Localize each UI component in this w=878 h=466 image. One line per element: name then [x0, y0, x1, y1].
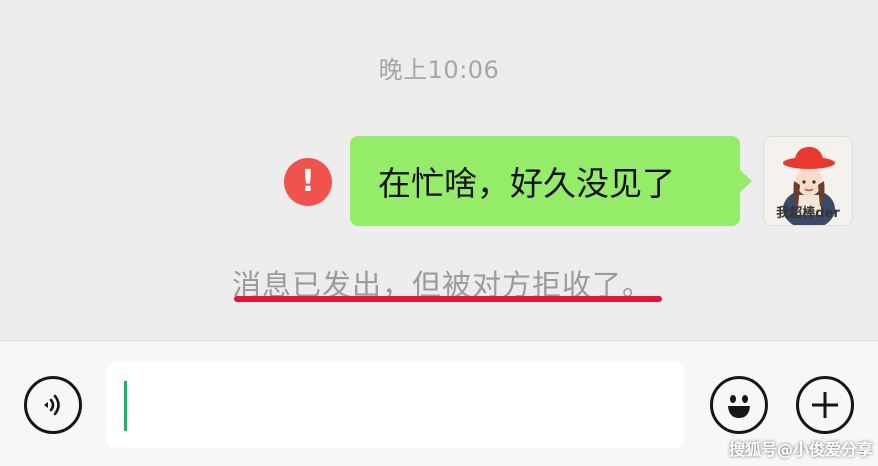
message-timestamp: 晚上10:06 [378, 56, 500, 84]
send-failed-icon[interactable]: ! [284, 158, 332, 206]
chat-area: 晚上10:06 ! 在忙啥，好久没见了 我超棒der 消息已发出，但被对方拒收了… [0, 0, 878, 340]
avatar[interactable]: 我超棒der [763, 136, 853, 226]
plus-button[interactable] [796, 376, 854, 434]
bubble-tail [740, 170, 752, 192]
message-input[interactable] [106, 362, 684, 448]
plus-icon [812, 392, 838, 418]
emoji-button[interactable] [710, 376, 768, 434]
text-caret [124, 381, 127, 431]
avatar-caption: 我超棒der [776, 206, 840, 221]
voice-icon [44, 394, 60, 416]
watermark: 搜狐号@小俊爱分享 [728, 440, 873, 459]
voice-button[interactable] [24, 376, 82, 434]
message-text: 在忙啥，好久没见了 [378, 164, 675, 203]
annotation-underline [234, 296, 662, 302]
message-bubble[interactable]: 在忙啥，好久没见了 [350, 136, 740, 226]
emoji-icon [728, 395, 750, 418]
